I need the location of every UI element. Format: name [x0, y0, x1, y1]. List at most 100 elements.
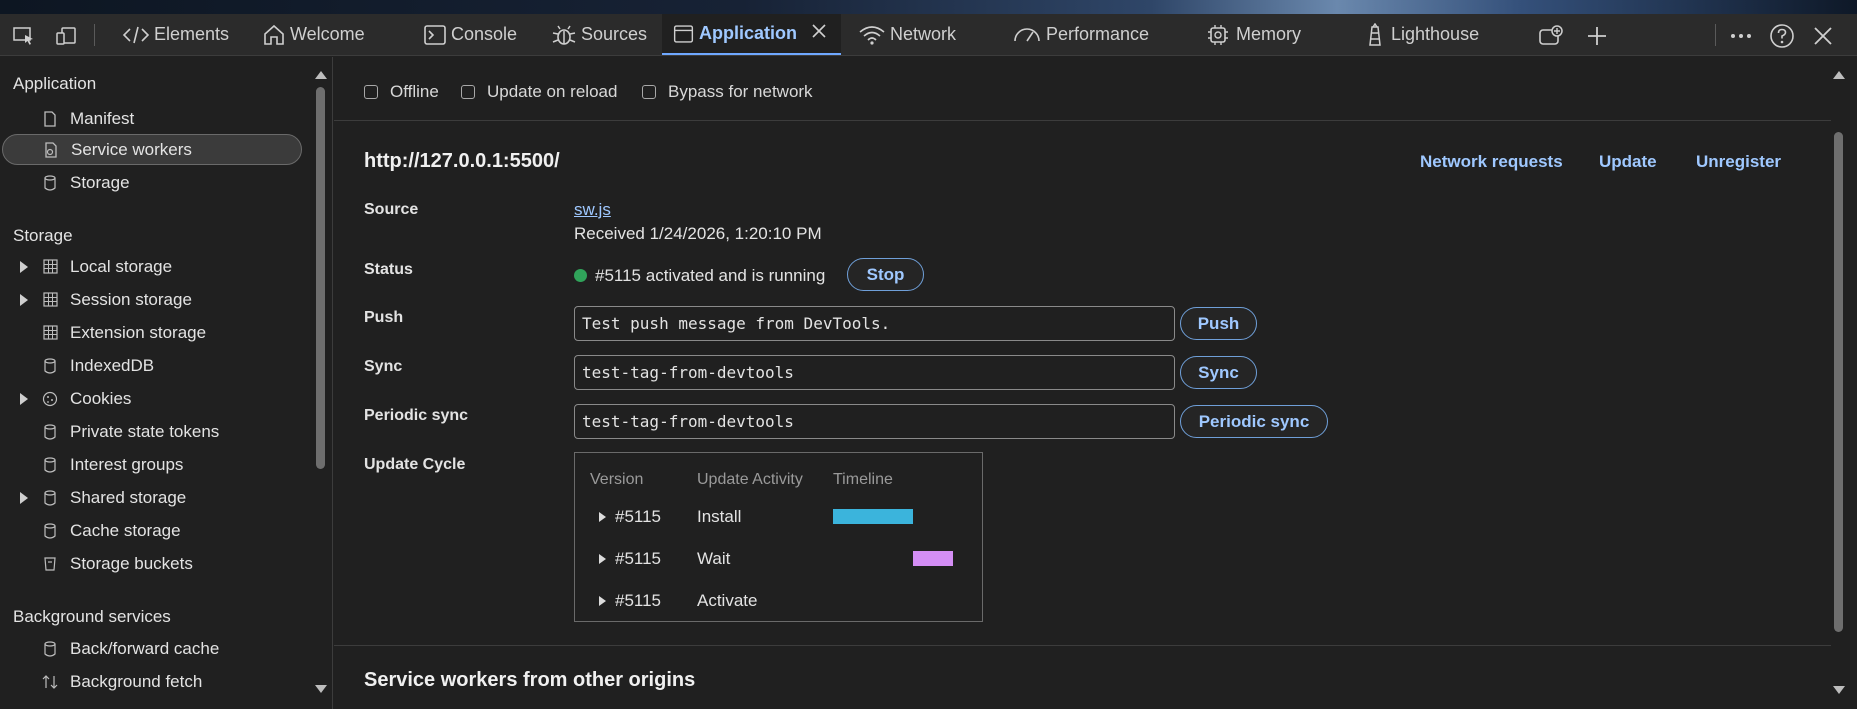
- tab-label-sources: Sources: [581, 24, 648, 44]
- sidebar-item-label: Storage: [70, 172, 130, 192]
- console-icon: [424, 24, 446, 45]
- database-icon: [42, 357, 58, 374]
- expand-row-arrow-icon[interactable]: [599, 512, 606, 522]
- sidebar-item-label: Manifest: [70, 108, 135, 128]
- sidebar-item-session-storage[interactable]: Session storage: [0, 284, 304, 315]
- sidebar-scroll-up-icon[interactable]: [315, 71, 327, 79]
- sidebar-item-private-state-tokens[interactable]: Private state tokens: [0, 416, 304, 447]
- grid-icon: [42, 325, 58, 341]
- tab-sources[interactable]: Sources: [551, 14, 647, 55]
- sidebar-item-shared-storage[interactable]: Shared storage: [0, 482, 304, 513]
- plus-icon[interactable]: [1584, 24, 1610, 48]
- sidebar-item-local-storage[interactable]: Local storage: [0, 251, 304, 282]
- close-devtools-icon[interactable]: [1810, 24, 1836, 48]
- expand-arrow-icon[interactable]: [20, 293, 28, 306]
- checkbox-box[interactable]: [461, 85, 475, 99]
- sync-button[interactable]: Sync: [1180, 356, 1257, 389]
- checkbox-box[interactable]: [642, 85, 656, 99]
- tab-application[interactable]: Application: [662, 14, 841, 55]
- main-scroll-down-icon[interactable]: [1833, 686, 1845, 694]
- tab-console[interactable]: Console: [423, 14, 517, 55]
- expand-arrow-icon[interactable]: [20, 491, 28, 504]
- checkbox-box[interactable]: [364, 85, 378, 99]
- periodic-sync-label: Periodic sync: [364, 407, 469, 424]
- column-header-version: Version: [590, 471, 644, 488]
- expand-arrow-icon[interactable]: [20, 392, 28, 405]
- sidebar-item-label: Storage buckets: [70, 553, 193, 573]
- sidebar-item-label: Cache storage: [70, 520, 181, 540]
- sidebar-scrollbar-thumb[interactable]: [316, 87, 325, 469]
- sidebar-item-storage-buckets[interactable]: Storage buckets: [0, 548, 304, 579]
- database-icon: [42, 522, 58, 539]
- update-link[interactable]: Update: [1599, 152, 1657, 172]
- main-scrollbar-thumb[interactable]: [1834, 132, 1843, 632]
- other-origins-heading: Service workers from other origins: [364, 669, 696, 691]
- checkbox-label: Bypass for network: [668, 82, 813, 101]
- cycle-row-version: #5115: [615, 549, 662, 568]
- push-button[interactable]: Push: [1180, 307, 1257, 340]
- sidebar-item-indexeddb[interactable]: IndexedDB: [0, 350, 304, 381]
- sync-label: Sync: [364, 358, 403, 375]
- main-scroll-up-icon[interactable]: [1833, 71, 1845, 79]
- tab-elements[interactable]: Elements: [122, 14, 229, 55]
- help-icon[interactable]: [1769, 24, 1795, 48]
- close-tab-icon[interactable]: [811, 23, 831, 44]
- database-icon: [42, 489, 58, 506]
- gauge-icon: [1014, 27, 1040, 41]
- sidebar-item-label: Service workers: [71, 139, 192, 159]
- device-emulation-icon[interactable]: [53, 24, 79, 48]
- sidebar-item-service-workers[interactable]: Service workers: [2, 134, 302, 165]
- file-icon: [42, 110, 58, 127]
- up-down-arrows-icon: [42, 674, 58, 690]
- home-icon: [264, 24, 284, 45]
- cycle-row-version: #5115: [615, 591, 662, 610]
- new-tab-icon[interactable]: [1537, 24, 1567, 48]
- expand-row-arrow-icon[interactable]: [599, 596, 606, 606]
- periodic-sync-tag-input[interactable]: test-tag-from-devtools: [574, 404, 1175, 439]
- update-on-reload-checkbox[interactable]: Update on reload: [461, 82, 617, 102]
- tab-memory[interactable]: Memory: [1204, 14, 1301, 55]
- offline-checkbox[interactable]: Offline: [364, 82, 439, 102]
- tab-label-welcome: Welcome: [290, 24, 365, 44]
- wifi-icon: [859, 25, 885, 45]
- status-text: #5115 activated and is running: [595, 266, 826, 285]
- tab-performance[interactable]: Performance: [1012, 14, 1149, 55]
- inspect-element-icon[interactable]: [11, 24, 37, 48]
- tab-network[interactable]: Network: [858, 14, 956, 55]
- source-file-link[interactable]: sw.js: [574, 200, 611, 220]
- sidebar-item-interest-groups[interactable]: Interest groups: [0, 449, 304, 480]
- update-cycle-label: Update Cycle: [364, 456, 466, 473]
- bypass-for-network-checkbox[interactable]: Bypass for network: [642, 82, 813, 102]
- sidebar-scroll-down-icon[interactable]: [315, 685, 327, 693]
- tab-welcome[interactable]: Welcome: [262, 14, 365, 55]
- code-icon: [122, 26, 150, 43]
- tab-label-elements: Elements: [154, 24, 230, 44]
- sidebar-item-manifest[interactable]: Manifest: [0, 103, 304, 134]
- service-worker-origin: http://127.0.0.1:5500/: [364, 150, 560, 172]
- sidebar-item-label: Extension storage: [70, 322, 207, 342]
- periodic-sync-button[interactable]: Periodic sync: [1180, 405, 1328, 438]
- network-requests-link[interactable]: Network requests: [1420, 152, 1563, 172]
- unregister-link[interactable]: Unregister: [1696, 152, 1781, 172]
- sync-tag-input[interactable]: test-tag-from-devtools: [574, 355, 1175, 390]
- sidebar-item-cookies[interactable]: Cookies: [0, 383, 304, 414]
- sidebar-item-background-fetch[interactable]: Background fetch: [0, 666, 304, 697]
- sidebar-item-extension-storage[interactable]: Extension storage: [0, 317, 304, 348]
- push-message-input[interactable]: Test push message from DevTools.: [574, 306, 1175, 341]
- cycle-row-activity: Activate: [697, 591, 758, 610]
- stop-button[interactable]: Stop: [847, 258, 924, 291]
- tab-lighthouse[interactable]: Lighthouse: [1363, 14, 1479, 55]
- lighthouse-icon: [1369, 22, 1381, 46]
- expand-arrow-icon[interactable]: [20, 260, 28, 273]
- sidebar-section-background-services: Background services: [13, 607, 171, 626]
- sidebar-item-back-forward-cache[interactable]: Back/forward cache: [0, 633, 304, 664]
- grid-icon: [42, 292, 58, 308]
- database-icon: [42, 456, 58, 473]
- sidebar-item-cache-storage[interactable]: Cache storage: [0, 515, 304, 546]
- sidebar-item-storage-overview[interactable]: Storage: [0, 167, 304, 198]
- section-divider: [334, 645, 1831, 646]
- more-options-icon[interactable]: [1728, 24, 1754, 48]
- sw-js-link[interactable]: sw.js: [574, 200, 611, 219]
- expand-row-arrow-icon[interactable]: [599, 554, 606, 564]
- bug-icon: [552, 25, 576, 45]
